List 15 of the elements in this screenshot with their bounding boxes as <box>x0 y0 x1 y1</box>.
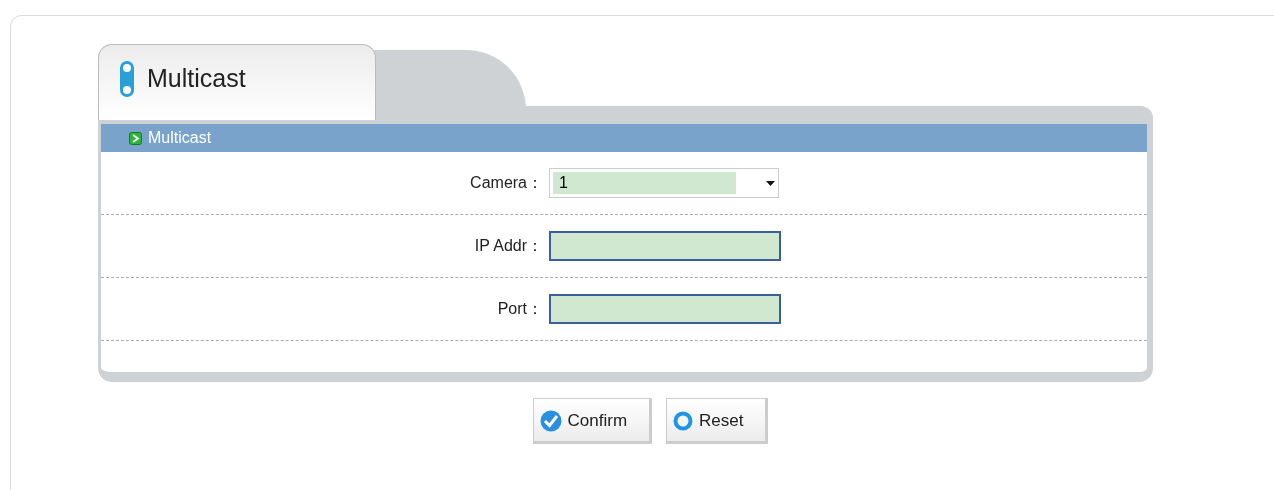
arrow-icon <box>129 131 142 145</box>
field-label: IP Addr： <box>473 235 543 256</box>
section-title: Multicast <box>148 129 212 147</box>
caret-icon <box>766 180 775 186</box>
reset-button[interactable]: Reset <box>666 398 769 444</box>
camera-dropdown[interactable]: 1 <box>549 168 779 198</box>
input-field[interactable] <box>549 294 781 324</box>
checkmark-icon <box>539 410 562 432</box>
field-label: Port： <box>496 298 543 319</box>
ring-icon <box>673 411 694 431</box>
tab[interactable]: Multicast <box>98 44 376 120</box>
tab-marker-icon <box>119 59 135 98</box>
field-label: Camera： <box>469 172 543 193</box>
input-field[interactable] <box>549 231 781 261</box>
confirm-button[interactable]: Confirm <box>532 398 653 444</box>
